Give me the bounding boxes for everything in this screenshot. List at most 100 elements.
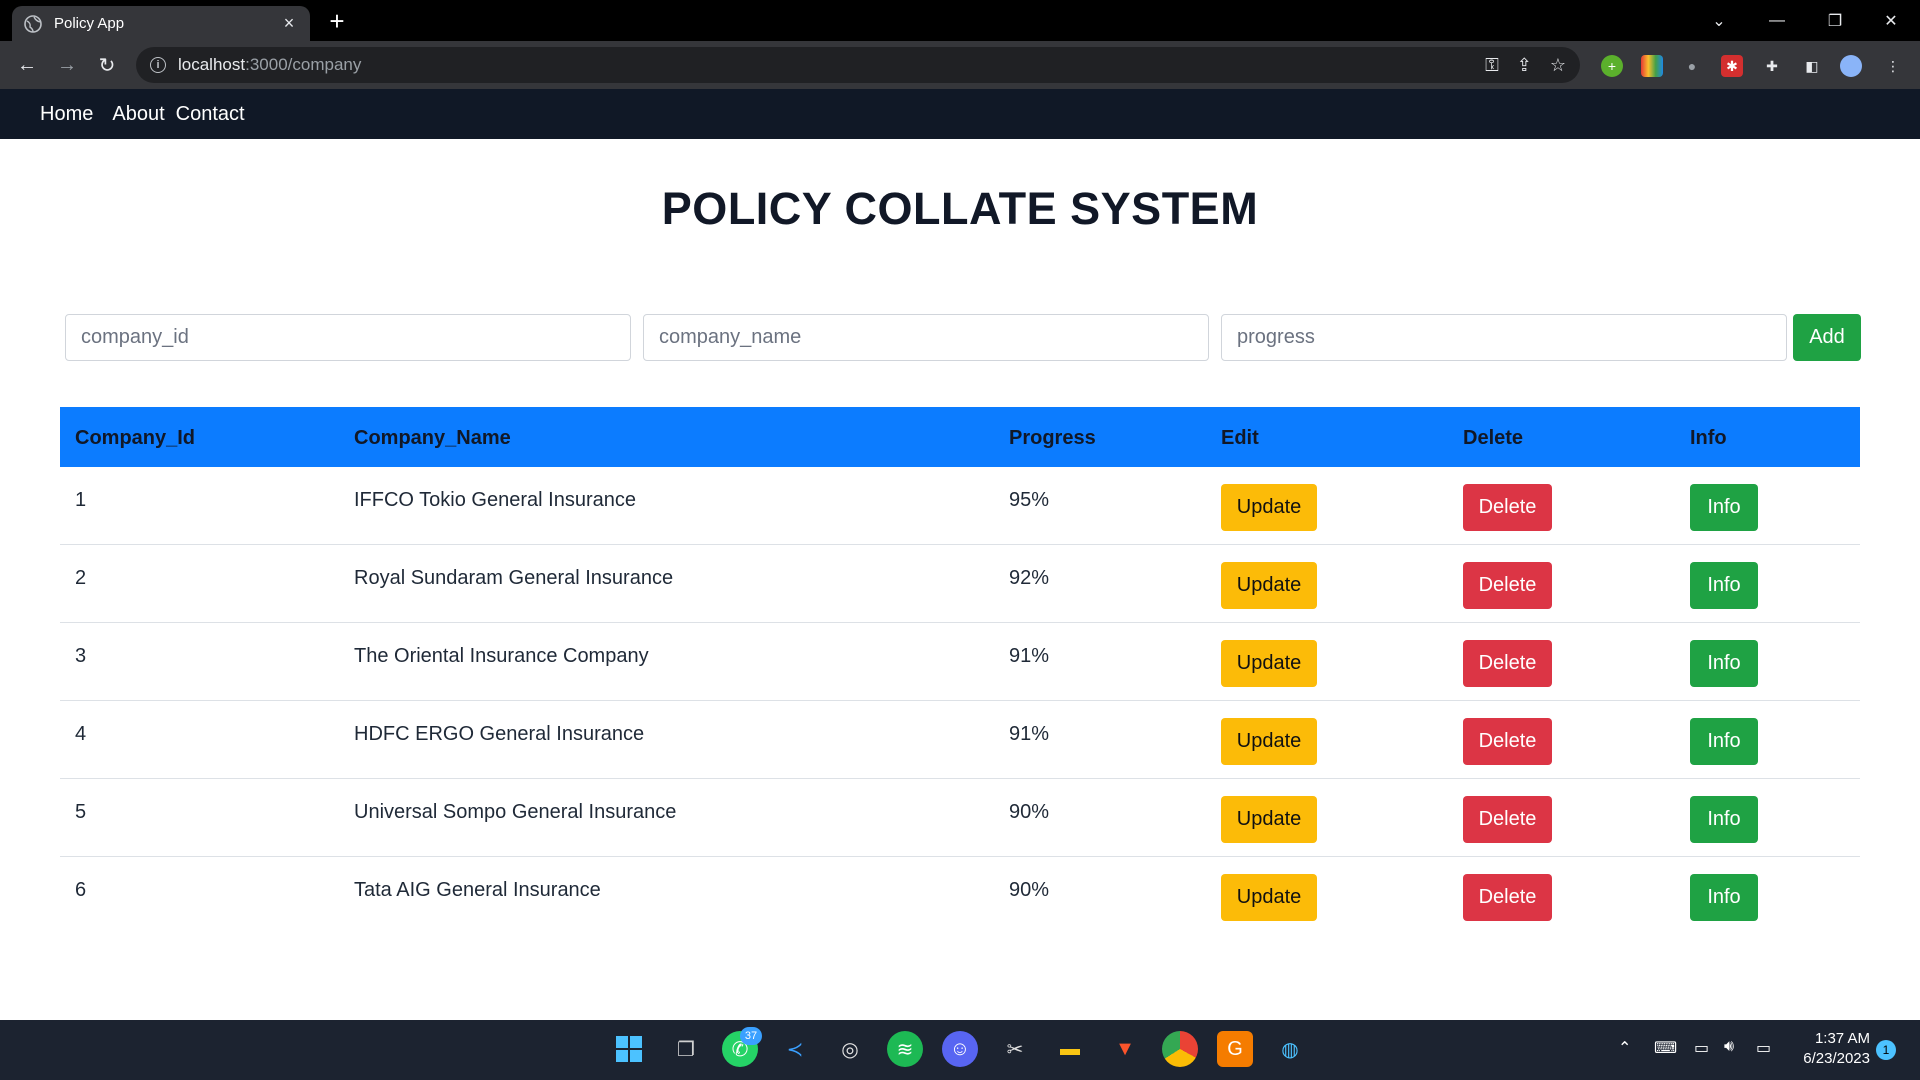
weather-globe-icon[interactable]: ◍ <box>1272 1031 1308 1067</box>
add-button[interactable]: Add <box>1793 314 1861 361</box>
delete-button[interactable]: Delete <box>1463 874 1552 921</box>
delete-button[interactable]: Delete <box>1463 562 1552 609</box>
extension-color-icon[interactable] <box>1641 55 1663 77</box>
cell-progress: 95% <box>1009 489 1050 511</box>
info-button[interactable]: Info <box>1690 718 1758 765</box>
header-edit: Edit <box>1221 427 1259 449</box>
discord-icon[interactable]: ☺ <box>942 1031 978 1067</box>
brave-icon[interactable]: ▼ <box>1107 1031 1143 1067</box>
tab-search-chevron-icon[interactable]: ⌄ <box>1690 0 1748 41</box>
info-button[interactable]: Info <box>1690 640 1758 687</box>
file-explorer-icon[interactable]: ▬ <box>1052 1031 1088 1067</box>
reload-icon[interactable]: ↻ <box>91 49 123 81</box>
minimize-icon[interactable]: — <box>1748 0 1806 41</box>
windows-start-icon[interactable] <box>611 1031 647 1067</box>
snipping-tool-icon[interactable]: ✂ <box>997 1031 1033 1067</box>
info-button[interactable]: Info <box>1690 562 1758 609</box>
nav-contact-link[interactable]: Contact <box>176 103 245 126</box>
info-button[interactable]: Info <box>1690 796 1758 843</box>
delete-button[interactable]: Delete <box>1463 484 1552 531</box>
xampp-icon[interactable]: G <box>1217 1031 1253 1067</box>
table-row: 4 HDFC ERGO General Insurance 91% Update… <box>60 701 1860 779</box>
table-row: 6 Tata AIG General Insurance 90% Update … <box>60 857 1860 935</box>
site-info-icon[interactable]: i <box>150 57 166 73</box>
forward-arrow-icon[interactable]: → <box>51 49 83 81</box>
clock-date: 6/23/2023 <box>1803 1050 1870 1067</box>
extension-plus-icon[interactable]: + <box>1601 55 1623 77</box>
cell-company-id: 5 <box>75 801 87 823</box>
cell-company-id: 1 <box>75 489 87 511</box>
side-panel-icon[interactable]: ◧ <box>1801 55 1823 77</box>
cell-company-id: 3 <box>75 645 87 667</box>
update-button[interactable]: Update <box>1221 718 1317 765</box>
nav-about-link[interactable]: About <box>112 103 164 126</box>
restore-icon[interactable]: ❐ <box>1806 0 1864 41</box>
url-path: :3000/company <box>245 55 362 74</box>
app-navbar: Home About Contact <box>0 89 1920 139</box>
table-header: Company_Id Company_Name Progress Edit De… <box>60 407 1860 467</box>
tab-title: Policy App <box>54 15 125 32</box>
share-icon[interactable]: ⇪ <box>1517 55 1532 76</box>
update-button[interactable]: Update <box>1221 484 1317 531</box>
cell-progress: 92% <box>1009 567 1050 589</box>
close-window-icon[interactable]: ✕ <box>1862 0 1920 41</box>
bookmark-star-icon[interactable]: ☆ <box>1550 55 1566 76</box>
battery-icon[interactable]: ▭ <box>1756 1038 1771 1058</box>
notification-badge[interactable]: 1 <box>1876 1040 1896 1060</box>
cell-progress: 91% <box>1009 645 1050 667</box>
update-button[interactable]: Update <box>1221 640 1317 687</box>
chrome-icon[interactable] <box>1162 1031 1198 1067</box>
key-icon[interactable]: ⚿ <box>1485 55 1499 76</box>
extension-mouse-icon[interactable]: ● <box>1681 55 1703 77</box>
company-id-input[interactable] <box>65 314 631 361</box>
update-button[interactable]: Update <box>1221 874 1317 921</box>
task-view-icon[interactable]: ❐ <box>668 1031 704 1067</box>
taskbar-clock[interactable]: 1:37 AM 6/23/2023 <box>1790 1029 1870 1069</box>
header-company-name: Company_Name <box>354 427 511 449</box>
volume-icon[interactable]: 🔊︎ <box>1724 1038 1734 1056</box>
url-host: localhost <box>178 55 246 74</box>
table-row: 3 The Oriental Insurance Company 91% Upd… <box>60 623 1860 701</box>
delete-button[interactable]: Delete <box>1463 718 1552 765</box>
browser-tab-strip: Policy App × + ⌄ — ❐ ✕ <box>0 0 1920 41</box>
cell-company-name: HDFC ERGO General Insurance <box>354 723 645 745</box>
info-button[interactable]: Info <box>1690 874 1758 921</box>
update-button[interactable]: Update <box>1221 796 1317 843</box>
delete-button[interactable]: Delete <box>1463 796 1552 843</box>
globe-icon <box>24 14 42 33</box>
update-button[interactable]: Update <box>1221 562 1317 609</box>
back-arrow-icon[interactable]: ← <box>11 49 43 81</box>
table-row: 2 Royal Sundaram General Insurance 92% U… <box>60 545 1860 623</box>
browser-toolbar: ← → ↻ i localhost :3000/company ⚿ ⇪ ☆ + … <box>0 41 1920 89</box>
page-title: POLICY COLLATE SYSTEM <box>661 183 1259 234</box>
progress-input[interactable] <box>1221 314 1787 361</box>
header-info: Info <box>1690 427 1727 449</box>
browser-menu-icon[interactable]: ⋮ <box>1882 55 1904 77</box>
info-button[interactable]: Info <box>1690 484 1758 531</box>
header-delete: Delete <box>1463 427 1524 449</box>
keyboard-icon[interactable]: ⌨ <box>1654 1038 1677 1058</box>
header-company-id: Company_Id <box>75 427 196 449</box>
close-tab-icon[interactable]: × <box>280 13 298 33</box>
cell-progress: 91% <box>1009 723 1050 745</box>
company-name-input[interactable] <box>643 314 1209 361</box>
network-icon[interactable]: ▭ <box>1694 1038 1709 1058</box>
address-bar[interactable]: i localhost :3000/company ⚿ ⇪ ☆ <box>136 47 1580 83</box>
cell-company-name: The Oriental Insurance Company <box>354 645 649 667</box>
tray-chevron-up-icon[interactable]: ⌃ <box>1618 1038 1631 1058</box>
obs-icon[interactable]: ◎ <box>832 1031 868 1067</box>
vscode-icon[interactable]: ≺ <box>777 1031 813 1067</box>
delete-button[interactable]: Delete <box>1463 640 1552 687</box>
table-row: 5 Universal Sompo General Insurance 90% … <box>60 779 1860 857</box>
cell-progress: 90% <box>1009 879 1050 901</box>
spotify-icon[interactable]: ≋ <box>887 1031 923 1067</box>
profile-avatar[interactable] <box>1840 55 1862 77</box>
nav-home-link[interactable]: Home <box>40 103 93 126</box>
extensions-puzzle-icon[interactable]: ✚ <box>1761 55 1783 77</box>
browser-tab[interactable]: Policy App × <box>12 6 310 41</box>
new-tab-plus-icon[interactable]: + <box>322 6 352 36</box>
extension-red-icon[interactable]: ✱ <box>1721 55 1743 77</box>
cell-company-name: IFFCO Tokio General Insurance <box>354 489 636 511</box>
header-progress: Progress <box>1009 427 1096 449</box>
cell-company-name: Royal Sundaram General Insurance <box>354 567 674 589</box>
